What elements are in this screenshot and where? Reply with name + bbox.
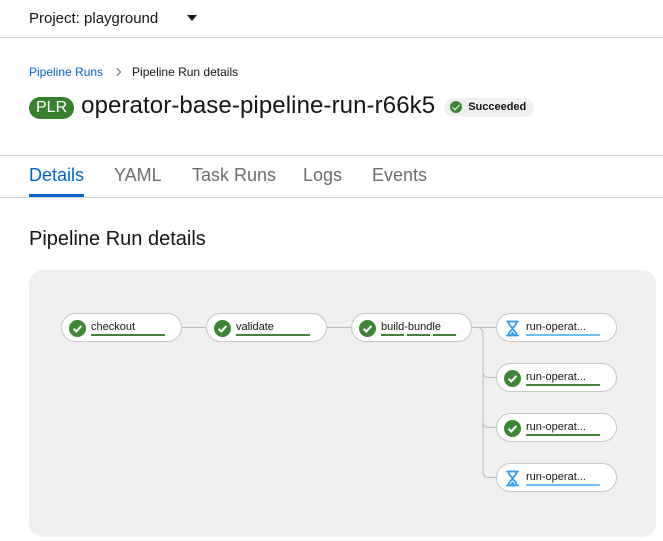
hourglass-icon xyxy=(506,320,519,337)
breadcrumb-current: Pipeline Run details xyxy=(132,65,239,79)
task-label: validate xyxy=(236,321,274,333)
task-progress-bar xyxy=(381,334,457,336)
task-progress-bar xyxy=(91,334,165,336)
project-selector[interactable]: Project: playground xyxy=(29,8,197,28)
task-progress-bar xyxy=(526,384,600,386)
task-node-run-operator-4[interactable]: run-operat... xyxy=(496,463,617,492)
page-title: operator-base-pipeline-run-r66k5 xyxy=(81,92,436,119)
section-title: Pipeline Run details xyxy=(29,228,206,250)
task-node-validate[interactable]: validate xyxy=(206,313,327,342)
task-label: run-operat... xyxy=(526,321,586,333)
pipeline-graph: checkout validate build-bundle run-opera… xyxy=(29,270,656,537)
project-bar: Project: playground xyxy=(0,0,663,38)
breadcrumb-pipeline-runs-link[interactable]: Pipeline Runs xyxy=(29,65,103,79)
hourglass-icon xyxy=(506,470,519,487)
tab-bar: Details YAML Task Runs Logs Events xyxy=(0,155,663,198)
connector-line xyxy=(482,421,496,428)
tab-details[interactable]: Details xyxy=(29,165,84,186)
project-label: Project: playground xyxy=(29,9,159,27)
active-tab-indicator xyxy=(29,194,84,197)
check-circle-icon xyxy=(504,370,521,387)
tab-logs[interactable]: Logs xyxy=(303,165,342,186)
task-label: run-operat... xyxy=(526,421,586,433)
check-circle-icon xyxy=(359,320,376,337)
task-progress-bar xyxy=(526,334,600,336)
task-label: checkout xyxy=(91,321,136,333)
breadcrumb: Pipeline Runs Pipeline Run details xyxy=(29,64,238,80)
task-node-run-operator-1[interactable]: run-operat... xyxy=(496,313,617,342)
task-node-build-bundle[interactable]: build-bundle xyxy=(351,313,472,342)
check-circle-icon xyxy=(214,320,231,337)
tab-yaml[interactable]: YAML xyxy=(114,165,162,186)
page-title-row: PLR operator-base-pipeline-run-r66k5 Suc… xyxy=(29,90,535,122)
task-label: run-operat... xyxy=(526,371,586,383)
task-progress-bar xyxy=(236,334,310,336)
connector-line xyxy=(482,371,496,378)
task-label: build-bundle xyxy=(381,321,441,333)
task-progress-bar xyxy=(526,434,600,436)
check-circle-icon xyxy=(504,420,521,437)
pipeline-connectors xyxy=(181,327,496,478)
status-badge: Succeeded xyxy=(444,97,535,117)
status-label: Succeeded xyxy=(468,101,527,113)
task-progress-bar xyxy=(526,484,600,486)
connector-line xyxy=(471,327,496,478)
task-node-checkout[interactable]: checkout xyxy=(61,313,182,342)
tab-task-runs[interactable]: Task Runs xyxy=(192,165,276,186)
resource-badge: PLR xyxy=(29,96,75,119)
task-node-run-operator-2[interactable]: run-operat... xyxy=(496,363,617,392)
caret-down-icon xyxy=(187,15,197,21)
task-label: run-operat... xyxy=(526,471,586,483)
task-node-run-operator-3[interactable]: run-operat... xyxy=(496,413,617,442)
check-circle-icon xyxy=(450,101,463,113)
check-circle-icon xyxy=(69,320,86,337)
chevron-right-icon xyxy=(112,67,122,77)
tab-events[interactable]: Events xyxy=(372,165,427,186)
